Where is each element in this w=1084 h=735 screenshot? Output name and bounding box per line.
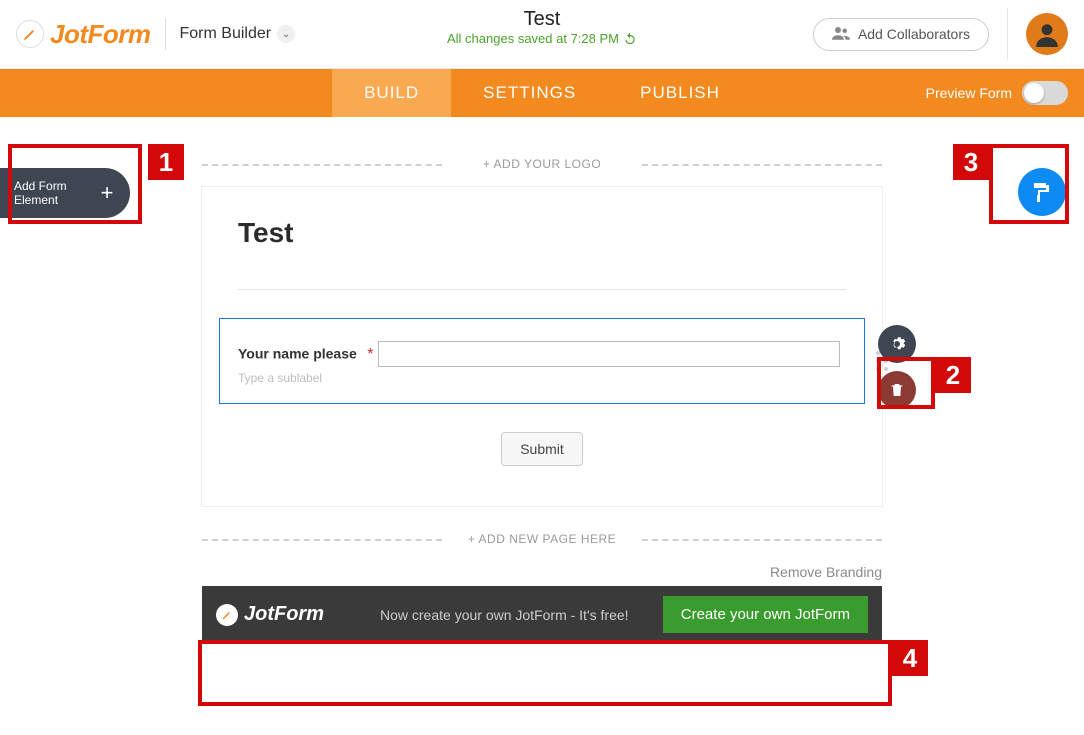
- brand-text: JotForm: [50, 19, 151, 50]
- promo-banner: JotForm Now create your own JotForm - It…: [202, 586, 882, 643]
- tab-publish[interactable]: PUBLISH: [608, 69, 752, 117]
- text-input[interactable]: [378, 341, 840, 367]
- annotation-box-2: [877, 357, 935, 409]
- save-status-text: All changes saved at 7:28 PM: [447, 31, 619, 46]
- people-icon: [832, 26, 850, 43]
- top-header: JotForm Form Builder ⌄ Test All changes …: [0, 0, 1084, 69]
- preview-toggle[interactable]: [1022, 81, 1068, 105]
- add-logo-hint[interactable]: + ADD YOUR LOGO: [202, 157, 882, 171]
- annotation-box-3: [989, 144, 1069, 224]
- add-collaborators-button[interactable]: Add Collaborators: [813, 18, 989, 51]
- form-field-selected[interactable]: Your name please * Type a sublabel: [219, 318, 865, 404]
- app-mode-label: Form Builder: [180, 25, 272, 43]
- save-status: All changes saved at 7:28 PM: [447, 31, 637, 46]
- nav-right: Preview Form: [926, 81, 1068, 105]
- preview-label: Preview Form: [926, 85, 1012, 101]
- form-name[interactable]: Test: [447, 8, 637, 31]
- form-card: Test Your name please * Type a sublabel …: [202, 187, 882, 506]
- pen-icon: [216, 604, 238, 626]
- nav-tabs: BUILD SETTINGS PUBLISH: [332, 69, 752, 117]
- promo-cta-button[interactable]: Create your own JotForm: [663, 596, 868, 633]
- annotation-number-4: 4: [892, 640, 928, 676]
- remove-branding-link[interactable]: Remove Branding: [202, 564, 882, 580]
- annotation-box-1: [8, 144, 142, 224]
- header-center: Test All changes saved at 7:28 PM: [447, 8, 637, 46]
- add-page-hint[interactable]: + ADD NEW PAGE HERE: [202, 532, 882, 546]
- undo-icon[interactable]: [623, 32, 637, 46]
- annotation-box-4: [198, 640, 892, 706]
- promo-brand: JotForm: [244, 603, 324, 626]
- sublabel-placeholder[interactable]: Type a sublabel: [238, 371, 846, 385]
- annotation-number-1: 1: [148, 144, 184, 180]
- promo-text: Now create your own JotForm - It's free!: [380, 607, 629, 623]
- annotation-number-3: 3: [953, 144, 989, 180]
- annotation-number-2: 2: [935, 357, 971, 393]
- promo-logo: JotForm: [216, 603, 324, 626]
- submit-button[interactable]: Submit: [501, 432, 583, 466]
- tab-settings[interactable]: SETTINGS: [451, 69, 608, 117]
- divider: [1007, 8, 1008, 60]
- collab-label: Add Collaborators: [858, 26, 970, 42]
- divider: [165, 18, 166, 50]
- pen-icon: [16, 20, 44, 48]
- gear-icon: [888, 335, 906, 353]
- main-nav: BUILD SETTINGS PUBLISH Preview Form: [0, 69, 1084, 117]
- required-star: *: [367, 346, 373, 363]
- tab-build[interactable]: BUILD: [332, 69, 451, 117]
- field-label[interactable]: Your name please: [238, 346, 357, 362]
- brand-logo[interactable]: JotForm: [16, 19, 151, 50]
- toggle-knob: [1024, 83, 1044, 103]
- user-avatar[interactable]: [1026, 13, 1068, 55]
- chevron-down-icon[interactable]: ⌄: [277, 25, 295, 43]
- header-right: Add Collaborators: [813, 8, 1068, 60]
- divider: [238, 289, 846, 290]
- form-heading[interactable]: Test: [238, 217, 846, 249]
